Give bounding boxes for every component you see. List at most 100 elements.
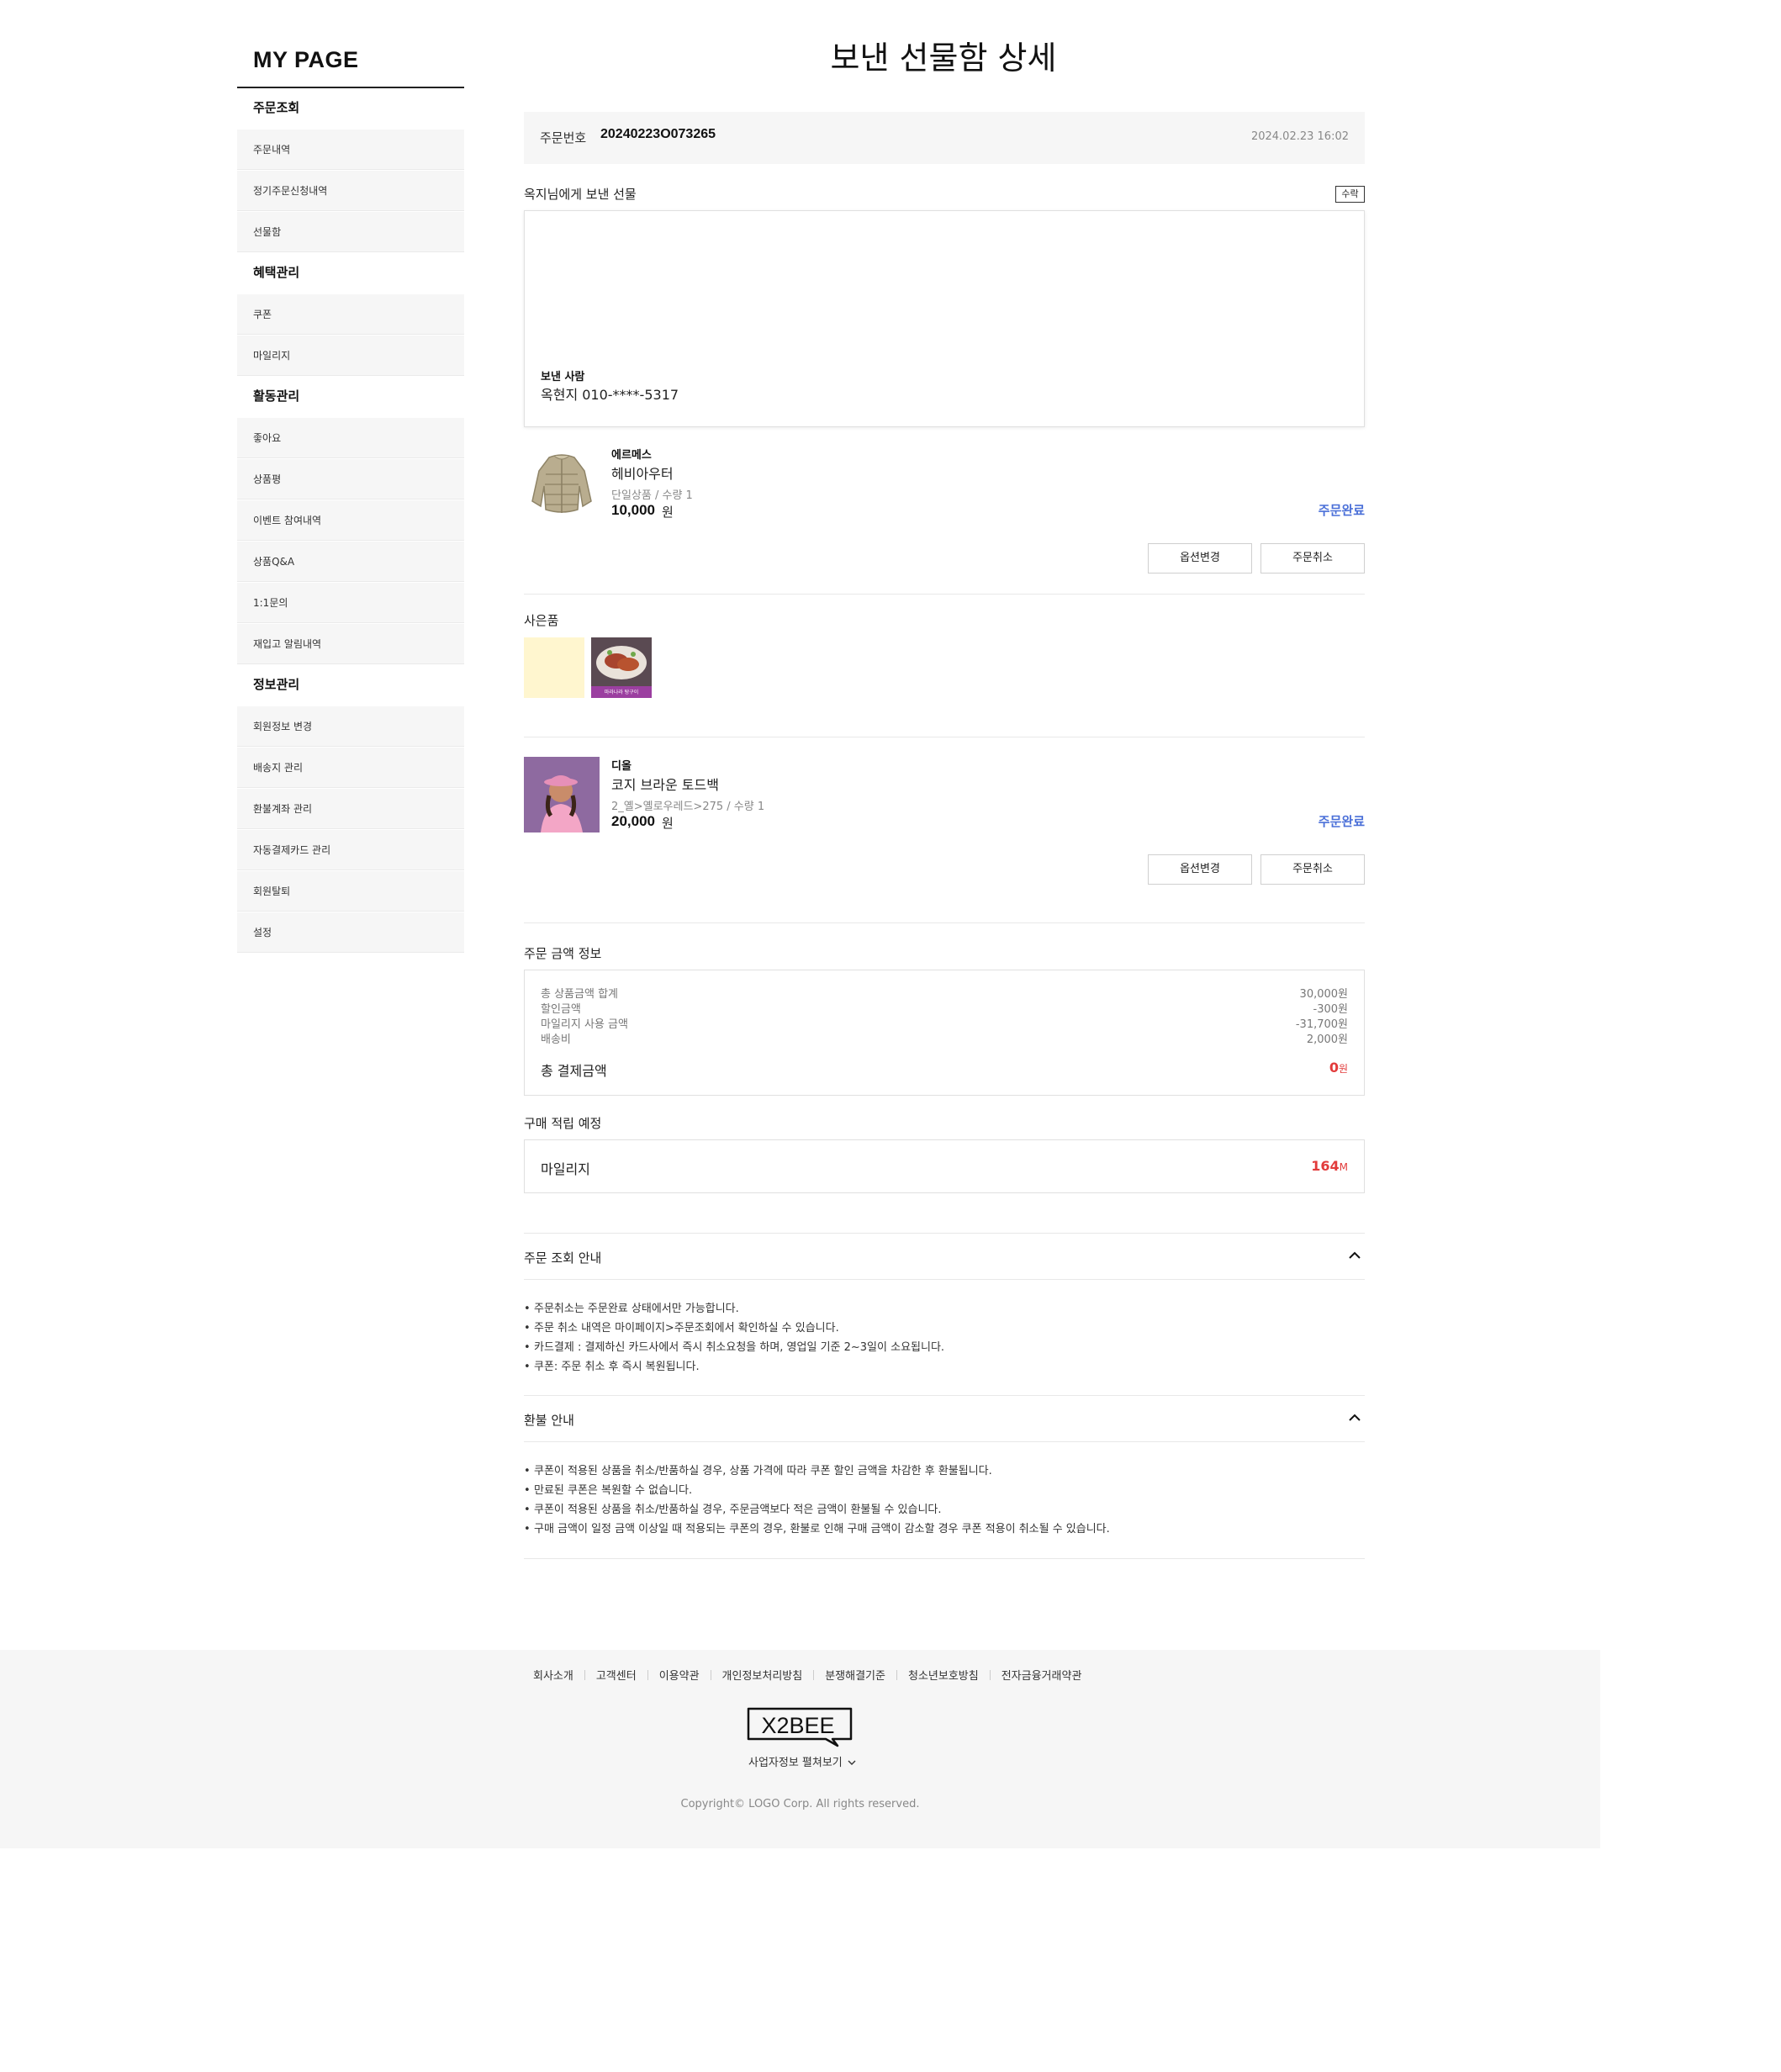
business-info-label: 사업자정보 펼쳐보기 <box>748 1757 843 1769</box>
sidebar-item-refund-account[interactable]: 환불계좌 관리 <box>237 789 464 829</box>
brand-logo[interactable]: X2BEE <box>745 1707 854 1747</box>
sidebar-item-autopay-card[interactable]: 자동결제카드 관리 <box>237 830 464 870</box>
logo-text: X2BEE <box>761 1713 834 1738</box>
sidebar-item-settings[interactable]: 설정 <box>237 912 464 953</box>
sidebar-item-order-history[interactable]: 주문내역 <box>237 130 464 170</box>
order-status: 주문완료 <box>1318 503 1365 518</box>
footer-link-e-finance[interactable]: 전자금융거래약관 <box>1001 1667 1082 1683</box>
footer-separator <box>647 1670 648 1680</box>
footer-separator <box>813 1670 815 1680</box>
refund-guide-accordion-header[interactable]: 환불 안내 <box>524 1395 1365 1442</box>
chevron-up-icon[interactable] <box>1345 1408 1365 1428</box>
freebie-title: 사은품 <box>524 613 559 628</box>
sidebar-item-member-info[interactable]: 회원정보 변경 <box>237 706 464 747</box>
page-title: 보낸 선물함 상세 <box>830 40 1057 77</box>
freebie-food-image[interactable]: 마라나라 탕구이 <box>591 637 652 698</box>
points-label: 마일리지 <box>541 1161 590 1177</box>
sidebar-item-withdraw[interactable]: 회원탈퇴 <box>237 871 464 912</box>
order-number: 20240223O073265 <box>600 127 716 141</box>
woman-pink-hat-image[interactable] <box>524 757 600 832</box>
footer-link-company[interactable]: 회사소개 <box>533 1667 573 1683</box>
total-payment-unit: 원 <box>1338 1063 1348 1075</box>
amount-info-box: 총 상품금액 합계 30,000원 할인금액 -300원 마일리지 사용 금액 … <box>524 970 1365 1096</box>
total-payment-number: 0 <box>1329 1060 1339 1076</box>
sender-label: 보낸 사람 <box>541 371 585 383</box>
footer-links: 회사소개 고객센터 이용약관 개인정보처리방침 분쟁해결기준 청소년보호방침 전… <box>533 1667 1081 1683</box>
list-item: 주문 취소 내역은 마이페이지>주문조회에서 확인하실 수 있습니다. <box>524 1319 1365 1338</box>
sidebar-item-likes[interactable]: 좋아요 <box>237 418 464 458</box>
sidebar-section-benefits[interactable]: 혜택관리 <box>237 254 464 291</box>
refund-guide-list: 쿠폰이 적용된 상품을 취소/반품하실 경우, 상품 가격에 따라 쿠폰 할인 … <box>524 1462 1365 1539</box>
footer-separator <box>896 1670 897 1680</box>
order-status: 주문완료 <box>1318 814 1365 829</box>
amount-row-value: -31,700원 <box>1295 1018 1348 1031</box>
sidebar-item-mileage[interactable]: 마일리지 <box>237 336 464 376</box>
cancel-order-button[interactable]: 주문취소 <box>1260 854 1365 885</box>
footer-link-customer-center[interactable]: 고객센터 <box>596 1667 637 1683</box>
refund-guide-title: 환불 안내 <box>524 1413 574 1428</box>
business-info-toggle[interactable]: 사업자정보 펼쳐보기 <box>748 1753 856 1769</box>
product-item: 에르메스 헤비아우터 단일상품 / 수량 1 10,000 원 주문완료 옵션변… <box>524 446 1365 580</box>
total-payment-label: 총 결제금액 <box>541 1063 607 1079</box>
footer-link-privacy[interactable]: 개인정보처리방침 <box>722 1667 803 1683</box>
sidebar-item-subscription[interactable]: 정기주문신청내역 <box>237 171 464 211</box>
list-item: 쿠폰이 적용된 상품을 취소/반품하실 경우, 주문금액보다 적은 금액이 환불… <box>524 1500 1365 1520</box>
footer: 회사소개 고객센터 이용약관 개인정보처리방침 분쟁해결기준 청소년보호방침 전… <box>0 1650 1600 1848</box>
chevron-up-icon[interactable] <box>1345 1245 1365 1266</box>
gift-status-badge: 수락 <box>1335 186 1365 203</box>
gift-message-card: 보낸 사람 옥현지 010-****-5317 <box>524 210 1365 427</box>
sender-value: 옥현지 010-****-5317 <box>541 387 679 403</box>
total-payment-value: 0원 <box>1329 1060 1348 1076</box>
product-price: 20,000 <box>611 813 655 829</box>
points-unit: M <box>1339 1161 1348 1173</box>
order-guide-list: 주문취소는 주문완료 상태에서만 가능합니다. 주문 취소 내역은 마이페이지>… <box>524 1299 1365 1377</box>
cancel-order-button[interactable]: 주문취소 <box>1260 543 1365 574</box>
section-divider <box>524 1558 1365 1559</box>
product-name[interactable]: 헤비아우터 <box>611 462 674 483</box>
sidebar-item-events[interactable]: 이벤트 참여내역 <box>237 500 464 541</box>
sidebar-item-inquiry[interactable]: 1:1문의 <box>237 583 464 623</box>
puffer-jacket-image[interactable] <box>524 446 600 521</box>
amount-row-label: 할인금액 <box>541 1003 581 1016</box>
order-guide-accordion-header[interactable]: 주문 조회 안내 <box>524 1233 1365 1280</box>
product-item: 디올 코지 브라운 토드백 2_옐>옐로우레드>275 / 수량 1 20,00… <box>524 757 1365 891</box>
points-value: 164M <box>1311 1158 1348 1174</box>
order-info-bar: 주문번호 20240223O073265 2024.02.23 16:02 <box>524 112 1365 164</box>
order-number-label: 주문번호 <box>540 130 587 145</box>
sidebar-title: MY PAGE <box>253 47 359 72</box>
sidebar-section-info[interactable]: 정보관리 <box>237 666 464 703</box>
sidebar-item-coupon[interactable]: 쿠폰 <box>237 294 464 335</box>
sidebar-item-product-qna[interactable]: 상품Q&A <box>237 542 464 582</box>
points-title: 구매 적립 예정 <box>524 1116 602 1131</box>
footer-link-dispute[interactable]: 분쟁해결기준 <box>825 1667 885 1683</box>
amount-row-label: 총 상품금액 합계 <box>541 988 618 1001</box>
footer-link-terms[interactable]: 이용약관 <box>659 1667 700 1683</box>
sidebar-section-activity[interactable]: 활동관리 <box>237 378 464 415</box>
amount-row-value: -300원 <box>1313 1003 1348 1016</box>
sidebar-section-order[interactable]: 주문조회 <box>237 89 464 126</box>
freebie-image[interactable] <box>524 637 584 698</box>
sidebar-item-restock[interactable]: 재입고 알림내역 <box>237 624 464 664</box>
list-item: 주문취소는 주문완료 상태에서만 가능합니다. <box>524 1299 1365 1319</box>
points-number: 164 <box>1311 1158 1340 1174</box>
sidebar-item-gift-box[interactable]: 선물함 <box>237 212 464 252</box>
change-option-button[interactable]: 옵션변경 <box>1148 854 1252 885</box>
product-price-unit: 원 <box>662 816 674 831</box>
section-divider <box>524 922 1365 923</box>
footer-link-youth[interactable]: 청소년보호방침 <box>908 1667 979 1683</box>
amount-row-label: 배송비 <box>541 1033 571 1046</box>
list-item: 쿠폰이 적용된 상품을 취소/반품하실 경우, 상품 가격에 따라 쿠폰 할인 … <box>524 1462 1365 1481</box>
product-price: 10,000 <box>611 502 655 518</box>
product-brand: 디올 <box>611 760 632 773</box>
points-box: 마일리지 164M <box>524 1139 1365 1193</box>
sidebar-item-reviews[interactable]: 상품평 <box>237 459 464 500</box>
sidebar-item-address[interactable]: 배송지 관리 <box>237 748 464 788</box>
footer-separator <box>989 1670 991 1680</box>
product-name[interactable]: 코지 브라운 토드백 <box>611 774 719 794</box>
list-item: 카드결제 : 결제하신 카드사에서 즉시 취소요청을 하며, 영업일 기준 2~… <box>524 1338 1365 1357</box>
footer-separator <box>584 1670 585 1680</box>
product-option: 2_옐>옐로우레드>275 / 수량 1 <box>611 801 765 813</box>
copyright: Copyright© LOGO Corp. All rights reserve… <box>680 1798 920 1810</box>
order-guide-title: 주문 조회 안내 <box>524 1250 602 1266</box>
change-option-button[interactable]: 옵션변경 <box>1148 543 1252 574</box>
